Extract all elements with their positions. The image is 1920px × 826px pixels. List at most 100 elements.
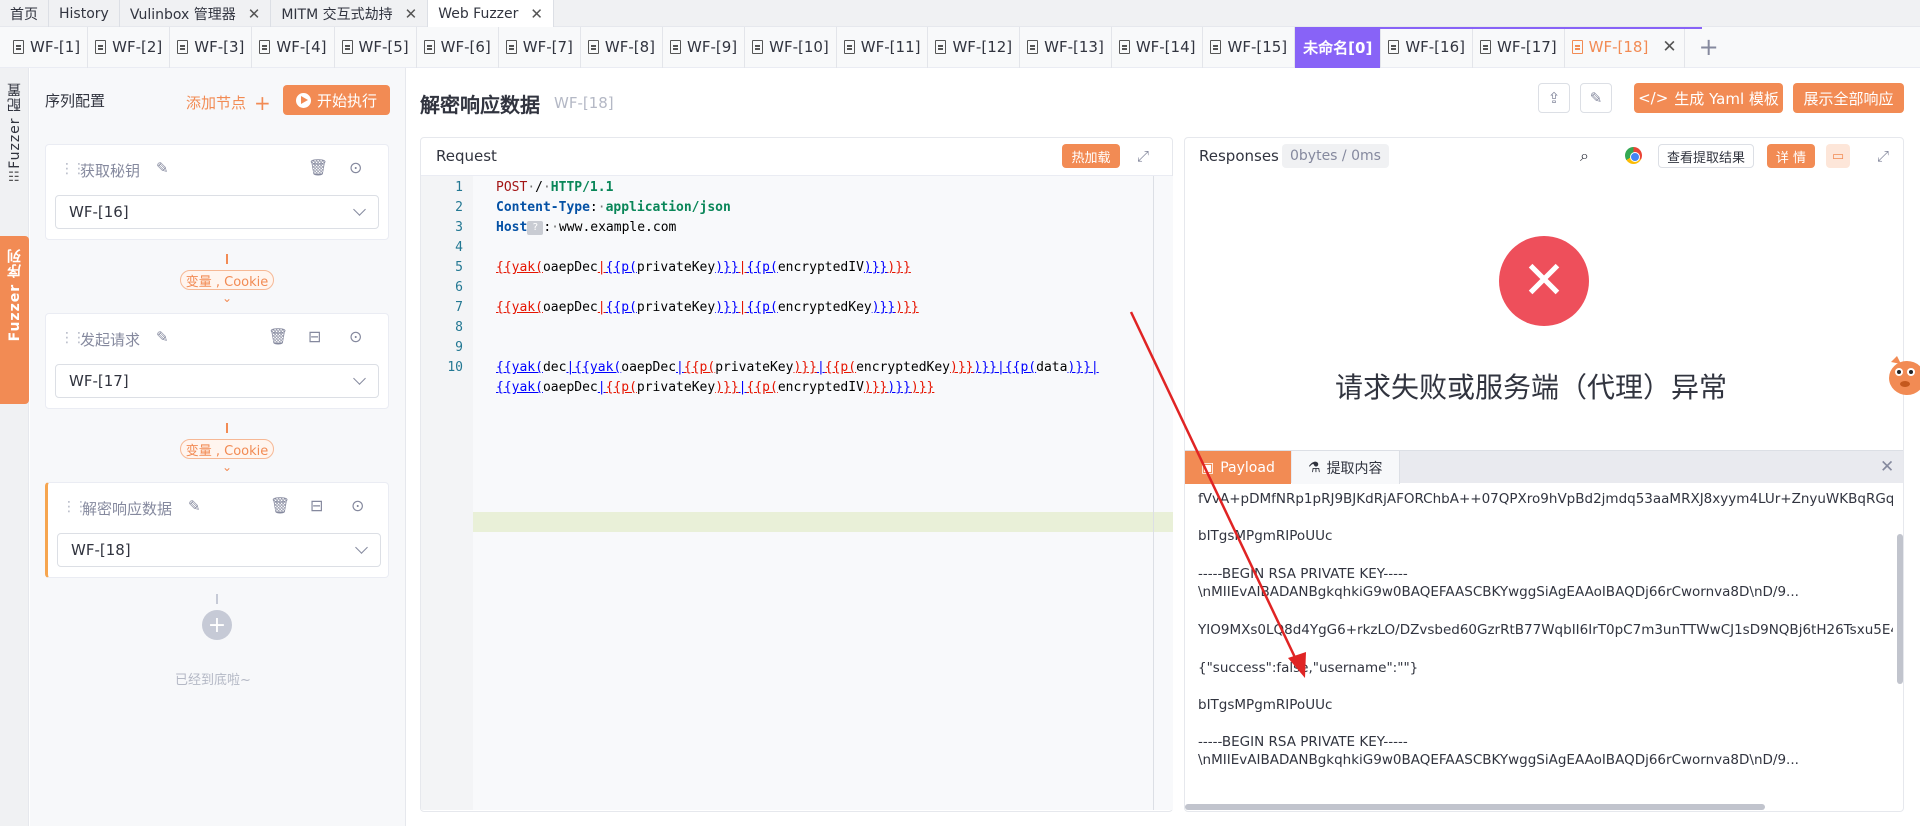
show-all-label: 展示全部响应 xyxy=(1803,89,1894,108)
sub-tab[interactable]: WF-[17] xyxy=(1473,26,1565,68)
add-node-button[interactable]: 添加节点 + xyxy=(186,89,271,115)
close-icon[interactable]: ✕ xyxy=(1880,457,1894,477)
flask-icon: ⚗ xyxy=(1308,459,1321,476)
sub-tab[interactable]: WF-[8] xyxy=(581,26,663,68)
close-icon[interactable]: ✕ xyxy=(1662,37,1676,57)
delete-icon[interactable]: 🗑 xyxy=(270,496,290,515)
sub-tab[interactable]: WF-[1] xyxy=(6,26,89,68)
sub-tab[interactable]: WF-[9] xyxy=(663,26,746,68)
sub-tab[interactable]: WF-[2] xyxy=(88,26,171,68)
file-icon xyxy=(752,40,764,54)
expand-icon[interactable]: ⤢ xyxy=(1877,147,1889,165)
top-tab-history[interactable]: History xyxy=(49,0,120,27)
top-tab-label: 首页 xyxy=(10,6,38,23)
http-method: POST xyxy=(496,180,528,195)
payload-list: fVvA+pDMfNRp1pRJ9BJKdRjAFORChbA++07QPXro… xyxy=(1185,484,1893,794)
node-name: 解密响应数据 xyxy=(82,500,173,518)
hint-icon[interactable]: ? xyxy=(527,220,544,235)
navigate-icon[interactable]: ⊙ xyxy=(351,496,364,515)
payload-item[interactable]: \nMIIEvAIBADANBgkqhkiG9w0BAQEFAASCBKYwgg… xyxy=(1198,750,1799,770)
node-select[interactable]: WF-[18] xyxy=(57,533,381,567)
sequence-panel: 序列配置 添加节点 + 开始执行 ⋮⋮ 获取秘钥 ✎ 🗑 ⊙ WF-[16] 变量… xyxy=(30,68,406,826)
sub-tab[interactable]: WF-[4] xyxy=(252,26,335,68)
top-tab-label: Vulinbox 管理器 xyxy=(129,6,236,23)
group-tab[interactable]: 未命名[0] xyxy=(1295,26,1382,68)
sub-tab[interactable]: WF-[5] xyxy=(335,26,417,68)
arrow-down-icon: ⌄ xyxy=(222,460,233,474)
payload-item[interactable]: \nMIIEvAIBADANBgkqhkiG9w0BAQEFAASCBKYwgg… xyxy=(1198,582,1799,602)
navigate-icon[interactable]: ⊙ xyxy=(349,158,362,177)
sub-tab[interactable]: WF-[10] xyxy=(745,26,837,68)
node-select[interactable]: WF-[17] xyxy=(55,364,379,398)
delete-icon[interactable]: 🗑 xyxy=(308,158,328,177)
add-tab-icon[interactable]: + xyxy=(1699,33,1719,61)
payload-item[interactable]: -----BEGIN RSA PRIVATE KEY----- xyxy=(1198,732,1408,752)
generate-yaml-button[interactable]: </> 生成 Yaml 模板 xyxy=(1634,83,1783,113)
navigate-icon[interactable]: ⊙ xyxy=(349,327,362,346)
sub-tab[interactable]: WF-[15] xyxy=(1203,26,1296,68)
sub-tab-active[interactable]: WF-[18] ✕ xyxy=(1565,26,1685,68)
show-all-responses-button[interactable]: 展示全部响应 xyxy=(1793,83,1904,113)
run-button[interactable]: 开始执行 xyxy=(283,85,390,115)
horizontal-scrollbar[interactable] xyxy=(1185,804,1765,810)
top-tab-bar: 首页 History Vulinbox 管理器 ✕ MITM 交互式劫持 ✕ Web… xyxy=(0,0,1920,27)
delete-icon[interactable]: 🗑 xyxy=(268,327,288,346)
sub-tab[interactable]: WF-[13] xyxy=(1020,26,1112,68)
connector-line xyxy=(216,594,218,604)
hot-reload-button[interactable]: 热加载 xyxy=(1062,144,1120,168)
share-icon[interactable]: ⇪ xyxy=(1538,83,1570,113)
comment-icon[interactable]: ▭ xyxy=(1826,144,1850,168)
tab-payload[interactable]: ▣ Payload xyxy=(1185,451,1291,484)
sub-tab-label: WF-[12] xyxy=(952,38,1013,56)
search-icon[interactable]: ⌕ xyxy=(1580,146,1589,166)
node-name: 获取秘钥 xyxy=(80,162,141,180)
sub-tab-label: WF-[16] xyxy=(1405,38,1465,56)
vertical-scrollbar[interactable] xyxy=(1897,534,1903,684)
sub-tab[interactable]: WF-[11] xyxy=(837,26,929,68)
sub-tab[interactable]: WF-[7] xyxy=(499,26,581,68)
sub-tab[interactable]: WF-[16] xyxy=(1381,26,1473,68)
top-tab-label: History xyxy=(59,5,109,22)
edit-icon[interactable]: ✎ xyxy=(156,159,169,177)
payload-item[interactable]: fVvA+pDMfNRp1pRJ9BJKdRjAFORChbA++07QPXro… xyxy=(1198,489,1893,509)
request-editor[interactable]: 1 2 3 4 5 6 7 8 9 10 POST·/·HTTP/1.1 Con… xyxy=(421,176,1173,810)
top-tab-mitm[interactable]: MITM 交互式劫持 ✕ xyxy=(271,0,429,27)
plus-icon: + xyxy=(254,91,271,115)
payload-item[interactable]: bITgsMPgmRIPoUUc xyxy=(1198,526,1332,546)
chrome-icon[interactable] xyxy=(1625,147,1642,164)
detail-button[interactable]: 详 情 xyxy=(1767,144,1815,168)
payload-item[interactable]: {"success":false,"username":""} xyxy=(1198,658,1418,678)
sub-tab[interactable]: WF-[3] xyxy=(170,26,253,68)
sub-tab[interactable]: WF-[12] xyxy=(928,26,1021,68)
top-tab-home[interactable]: 首页 xyxy=(0,0,49,27)
side-tab-sequence[interactable]: Fuzzer 序列 xyxy=(0,236,29,404)
edit-icon[interactable]: ✎ xyxy=(156,328,169,346)
toggle-icon[interactable]: ⊟ xyxy=(310,496,323,515)
top-tab-web-fuzzer[interactable]: Web Fuzzer ✕ xyxy=(428,0,554,27)
toggle-icon[interactable]: ⊟ xyxy=(308,327,321,346)
sub-tab[interactable]: WF-[14] xyxy=(1112,26,1204,68)
sub-tab[interactable]: WF-[6] xyxy=(417,26,499,68)
file-icon xyxy=(1388,40,1400,54)
add-node-circle-button[interactable]: + xyxy=(202,610,232,640)
editor-scrollbar[interactable] xyxy=(1153,176,1154,810)
file-icon xyxy=(587,40,599,54)
payload-item[interactable]: -----BEGIN RSA PRIVATE KEY----- xyxy=(1198,564,1408,584)
sub-tab-label: WF-[17] xyxy=(1496,38,1557,56)
view-extract-button[interactable]: 查看提取结果 xyxy=(1658,144,1755,168)
top-tab-vulinbox[interactable]: Vulinbox 管理器 ✕ xyxy=(120,0,272,27)
expand-icon[interactable]: ⤢ xyxy=(1137,147,1149,165)
run-label: 开始执行 xyxy=(316,91,377,110)
top-tab-label: MITM 交互式劫持 xyxy=(281,6,393,23)
edit-icon[interactable]: ✎ xyxy=(188,497,201,515)
node-select[interactable]: WF-[16] xyxy=(55,195,379,229)
close-icon[interactable]: ✕ xyxy=(248,5,261,23)
close-icon[interactable]: ✕ xyxy=(405,5,418,23)
close-icon[interactable]: ✕ xyxy=(530,5,543,23)
file-icon xyxy=(1027,40,1039,54)
payload-item[interactable]: bITgsMPgmRIPoUUc xyxy=(1198,695,1332,715)
tab-extract[interactable]: ⚗ 提取内容 xyxy=(1292,451,1400,484)
header-value: www.example.com xyxy=(558,220,677,235)
payload-item[interactable]: YIO9MXs0LQ8d4YgG6+rkzLO/DZvsbed60GzrRtB7… xyxy=(1198,620,1893,640)
edit-box-icon[interactable]: ✎ xyxy=(1580,83,1612,113)
